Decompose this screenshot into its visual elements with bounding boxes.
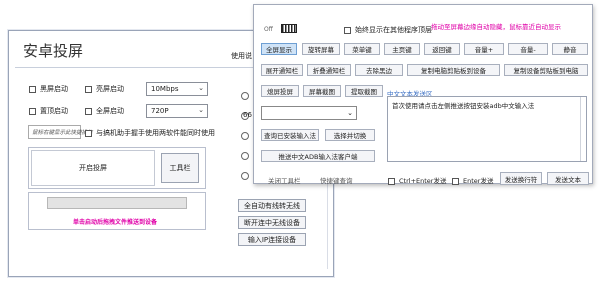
tb-rotate-button[interactable]: 旋转屏幕 <box>302 43 340 55</box>
push-adb-ime-button[interactable]: 推送中文ADB输入法客户端 <box>261 150 375 162</box>
bright-screen-boot-option[interactable]: 亮屏启动 <box>85 84 124 94</box>
topmost-boot-checkbox[interactable] <box>29 107 36 115</box>
tb-fullscreen-button[interactable]: 全屏显示 <box>261 43 297 55</box>
cn-text-input[interactable]: 首次使用请点击左侧推送按钮安装adb中文输入法 <box>387 96 587 162</box>
fullscreen-boot-checkbox[interactable] <box>85 107 92 115</box>
topmost-switch[interactable] <box>281 24 297 33</box>
enter-option[interactable]: Enter发送 <box>452 175 493 185</box>
drop-hint-text: 单击启动后拖拽文件推送到设备 <box>73 219 158 226</box>
tb-device-to-pc-clipboard-button[interactable]: 复制设备剪贴板到电脑 <box>504 64 588 76</box>
ctrl-enter-checkbox[interactable] <box>388 177 395 185</box>
ip-prefix-text: 66 <box>243 111 252 119</box>
tb-pc-to-device-clipboard-button[interactable]: 复制电脑剪贴板到设备 <box>407 64 500 76</box>
always-on-top-option[interactable]: 始终显示在其他程序顶层 <box>344 25 432 35</box>
tb-volume-up-button[interactable]: 音量+ <box>464 43 504 55</box>
toolbar-window: Off 始终显示在其他程序顶层 拖动至屏幕边缘自动隐藏，鼠标靠近自动显示 全屏显… <box>253 4 593 185</box>
tb-screen-off-cast-button[interactable]: 熄屏投屏 <box>261 85 299 97</box>
resolution-value: 720P <box>151 107 169 115</box>
coexist-option[interactable]: 与搞机助手握手使用两软件能同时使用 <box>85 128 215 138</box>
tb-screenshot-button[interactable]: 屏幕截图 <box>303 85 341 97</box>
coexist-checkbox[interactable] <box>85 129 92 137</box>
tb-volume-down-button[interactable]: 音量- <box>508 43 548 55</box>
tb-back-key-button[interactable]: 返回键 <box>424 43 460 55</box>
coexist-label: 与搞机助手握手使用两软件能同时使用 <box>96 129 215 137</box>
topmost-boot-label: 置顶启动 <box>40 107 68 115</box>
bitrate-value: 10Mbps <box>151 85 179 93</box>
cn-text-scrollbar[interactable] <box>580 97 586 161</box>
tb-mute-button[interactable]: 静音 <box>552 43 588 55</box>
input-ip-button[interactable]: 输入IP连接设备 <box>238 233 306 246</box>
device-radio-1[interactable] <box>241 92 249 100</box>
push-progress-bar <box>47 197 187 209</box>
usage-label: 使用说 <box>231 52 252 60</box>
auto-hide-hint: 拖动至屏幕边缘自动隐藏，鼠标靠近自动显示 <box>431 23 561 31</box>
enter-checkbox[interactable] <box>452 177 459 185</box>
send-text-button[interactable]: 发送文本 <box>547 172 589 185</box>
bright-screen-boot-label: 亮屏启动 <box>96 85 124 93</box>
close-toolbar-link[interactable]: 关闭工具栏 <box>268 175 301 185</box>
tb-fetch-screenshot-button[interactable]: 提取截图 <box>345 85 383 97</box>
auto-wireless-button[interactable]: 全自动有线转无线 <box>238 199 306 212</box>
page-title: 安卓投屏 <box>23 42 84 60</box>
topmost-boot-option[interactable]: 置顶启动 <box>29 106 68 116</box>
cn-text-value: 首次使用请点击左侧推送按钮安装adb中文输入法 <box>392 102 535 110</box>
chevron-down-icon: ⌄ <box>198 84 204 92</box>
tb-home-key-button[interactable]: 主页键 <box>384 43 420 55</box>
fullscreen-boot-label: 全屏启动 <box>96 107 124 115</box>
device-radio-3[interactable] <box>241 132 249 140</box>
bright-screen-boot-checkbox[interactable] <box>85 85 92 93</box>
chevron-down-icon: ⌄ <box>347 109 353 117</box>
shortcut-query-link[interactable]: 快捷键查询 <box>320 175 353 185</box>
ctrl-enter-label: Ctrl+Enter发送 <box>399 177 447 185</box>
send-newline-button[interactable]: 发送换行符 <box>500 172 542 185</box>
tb-menu-key-button[interactable]: 菜单键 <box>344 43 380 55</box>
topmost-switch-state: Off <box>264 26 273 33</box>
ime-select[interactable]: ⌄ <box>261 106 357 120</box>
device-radio-4[interactable] <box>241 152 249 160</box>
black-screen-boot-option[interactable]: 黑屏启动 <box>29 84 68 94</box>
right-click-note: 鼠标右键显示此快捷操作 <box>28 125 93 139</box>
resolution-select[interactable]: 720P ⌄ <box>146 104 208 118</box>
black-screen-boot-label: 黑屏启动 <box>40 85 68 93</box>
ctrl-enter-option[interactable]: Ctrl+Enter发送 <box>388 175 446 185</box>
bitrate-select[interactable]: 10Mbps ⌄ <box>146 82 208 96</box>
tb-expand-notify-button[interactable]: 展开通知栏 <box>261 64 303 76</box>
toolbar-button[interactable]: 工具栏 <box>161 153 199 183</box>
enter-label: Enter发送 <box>463 177 494 185</box>
tb-remove-borders-button[interactable]: 去除黑边 <box>355 64 403 76</box>
start-cast-button[interactable]: 开启投屏 <box>31 150 155 186</box>
fullscreen-boot-option[interactable]: 全屏启动 <box>85 106 124 116</box>
always-on-top-checkbox[interactable] <box>344 26 351 34</box>
device-radio-5[interactable] <box>241 172 249 180</box>
query-ime-button[interactable]: 查询已安装输入法 <box>261 129 319 141</box>
select-switch-ime-button[interactable]: 选择并切换 <box>325 129 375 141</box>
disconnect-wireless-button[interactable]: 断开连中无线设备 <box>238 216 306 229</box>
always-on-top-label: 始终显示在其他程序顶层 <box>355 26 432 34</box>
screen: 安卓投屏 黑屏启动 亮屏启动 10Mbps ⌄ 置顶启动 全屏启动 720P ⌄… <box>0 0 600 285</box>
tb-collapse-notify-button[interactable]: 折叠通知栏 <box>307 64 351 76</box>
chevron-down-icon: ⌄ <box>198 106 204 114</box>
black-screen-boot-checkbox[interactable] <box>29 85 36 93</box>
